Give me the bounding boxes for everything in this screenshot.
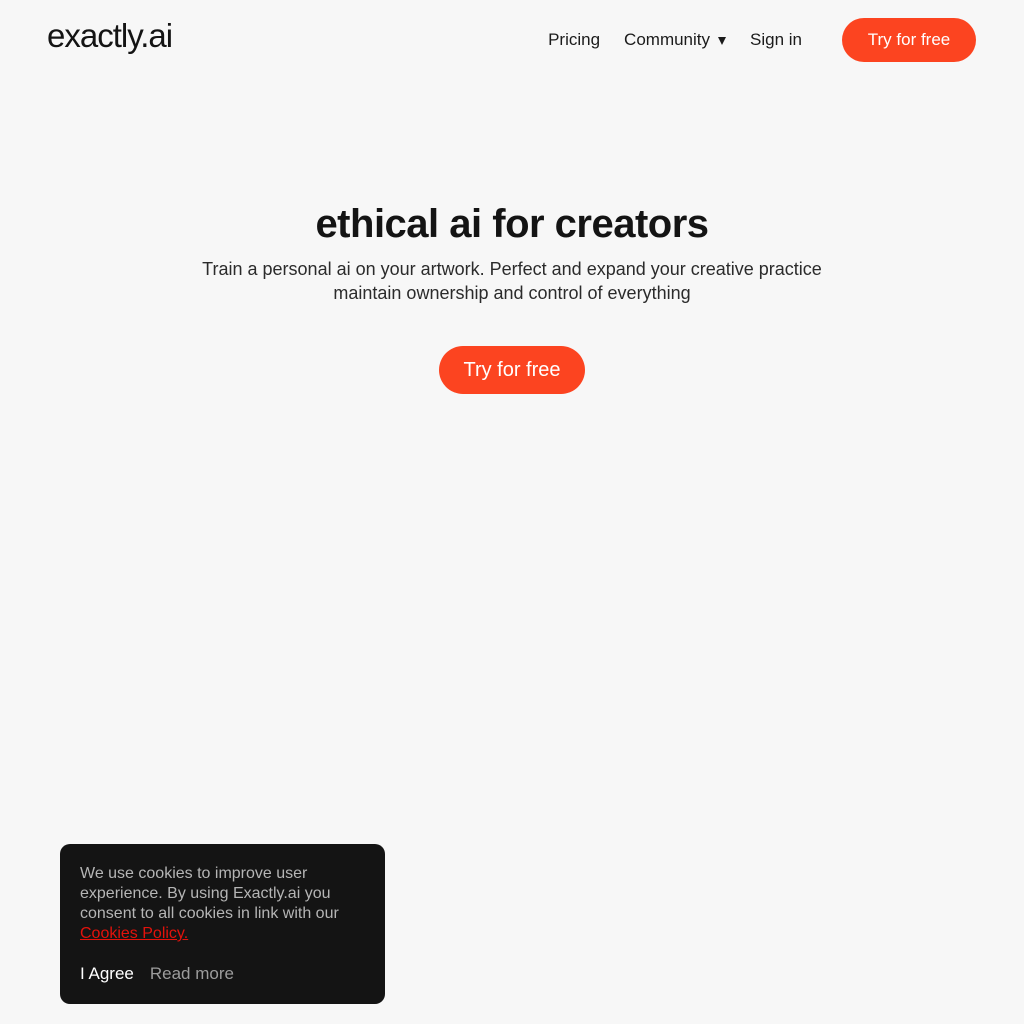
hero-subtitle: Train a personal ai on your artwork. Per… — [162, 257, 862, 305]
page: exactly.ai Pricing Community Sign in Try… — [0, 0, 1024, 1024]
agree-button[interactable]: I Agree — [80, 963, 134, 985]
caret-down-icon — [718, 36, 727, 45]
cookie-message: We use cookies to improve user experienc… — [80, 864, 365, 944]
sign-in-link[interactable]: Sign in — [750, 18, 802, 62]
cookie-actions: I Agree Read more — [80, 963, 234, 985]
main-nav: Pricing Community Sign in Try for free — [548, 18, 976, 62]
nav-community-dropdown[interactable]: Community — [624, 18, 727, 62]
hero-subtitle-line-2: maintain ownership and control of everyt… — [333, 283, 691, 303]
try-for-free-hero-button[interactable]: Try for free — [439, 346, 585, 394]
read-more-link[interactable]: Read more — [150, 963, 234, 985]
nav-pricing-link[interactable]: Pricing — [548, 18, 600, 62]
site-header: exactly.ai Pricing Community Sign in Try… — [0, 0, 1024, 80]
logo[interactable]: exactly.ai — [47, 16, 173, 56]
cookie-message-text: We use cookies to improve user experienc… — [80, 865, 339, 922]
nav-community-label: Community — [624, 30, 711, 49]
hero-title: ethical ai for creators — [315, 202, 709, 246]
hero-subtitle-line-1: Train a personal ai on your artwork. Per… — [202, 259, 822, 279]
cookie-banner: We use cookies to improve user experienc… — [60, 844, 385, 1004]
cookies-policy-link[interactable]: Cookies Policy. — [80, 924, 188, 944]
try-for-free-nav-button[interactable]: Try for free — [842, 18, 976, 62]
